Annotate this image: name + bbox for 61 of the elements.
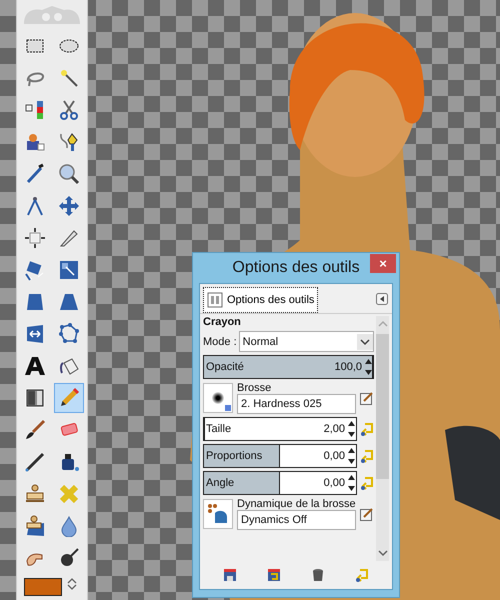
mode-label: Mode : — [203, 336, 237, 348]
foreground-color-swatch[interactable] — [24, 578, 62, 596]
scrollbar[interactable] — [376, 316, 389, 561]
tool-name: Crayon — [203, 316, 242, 328]
spin-arrows-icon[interactable] — [347, 419, 356, 439]
opacity-slider[interactable]: Opacité 100,0 — [203, 355, 374, 379]
swap-arrows-icon[interactable] — [66, 578, 78, 590]
reset-icon[interactable] — [360, 449, 374, 463]
bandage-icon — [58, 483, 80, 505]
spin-arrows-icon[interactable] — [347, 446, 356, 466]
mode-dropdown[interactable]: Normal — [238, 331, 374, 352]
trash-icon[interactable] — [311, 568, 325, 582]
edit-icon[interactable] — [360, 391, 374, 405]
tab-menu-icon[interactable] — [376, 293, 388, 305]
magic-wand-icon — [58, 67, 80, 89]
sliders-icon — [207, 292, 223, 308]
scale-icon — [58, 259, 80, 281]
paintbrush-icon — [24, 419, 46, 441]
flip-icon — [24, 323, 46, 345]
align-icon — [24, 227, 46, 249]
reset-icon[interactable] — [355, 568, 369, 582]
tool-options-tab[interactable]: Options des outils — [203, 287, 318, 313]
setting-slider[interactable]: Angle 0,00 — [203, 471, 357, 495]
letter-shape-icon — [24, 355, 46, 377]
pencil-icon — [58, 387, 80, 409]
save-icon[interactable] — [223, 568, 237, 582]
setting-slider[interactable]: Taille 2,00 — [203, 417, 357, 441]
scissors-icon — [58, 99, 80, 121]
window-title: Options des outils — [232, 259, 360, 277]
restore-icon[interactable] — [267, 568, 281, 582]
airbrush-icon — [24, 451, 46, 473]
gradient-icon — [24, 387, 46, 409]
magnifier-icon — [58, 163, 80, 185]
round-tool-icon — [58, 547, 80, 569]
brush-preview[interactable] — [203, 383, 233, 413]
cage-icon — [58, 323, 80, 345]
spin-arrows-icon[interactable] — [364, 357, 373, 377]
shear-icon — [24, 291, 46, 313]
edit-icon[interactable] — [360, 507, 374, 521]
perspective-icon — [58, 291, 80, 313]
mascot-logo-icon — [22, 4, 82, 26]
stamp-icon — [24, 515, 46, 537]
rotate-icon — [24, 259, 46, 281]
reset-icon[interactable] — [360, 476, 374, 490]
dynamics-label: Dynamique de la brosse — [237, 498, 356, 510]
setting-slider[interactable]: Proportions 0,00 — [203, 444, 357, 468]
dynamics-field[interactable]: Dynamics Off — [237, 510, 356, 530]
pen-nib-icon — [58, 131, 80, 153]
stamp-icon — [24, 483, 46, 505]
dynamics-icon — [207, 503, 229, 525]
figure-icon — [24, 131, 46, 153]
eyedropper-icon — [24, 163, 46, 185]
spin-arrows-icon[interactable] — [347, 473, 356, 493]
reset-icon[interactable] — [360, 422, 374, 436]
brush-label: Brosse — [237, 382, 272, 394]
color-blocks-icon — [24, 99, 46, 121]
scroll-down-icon[interactable] — [378, 549, 388, 557]
brush-field[interactable]: 2. Hardness 025 — [237, 394, 356, 414]
move-arrows-icon — [58, 195, 80, 217]
close-button[interactable]: × — [370, 254, 396, 273]
dynamics-preview[interactable] — [203, 499, 233, 529]
